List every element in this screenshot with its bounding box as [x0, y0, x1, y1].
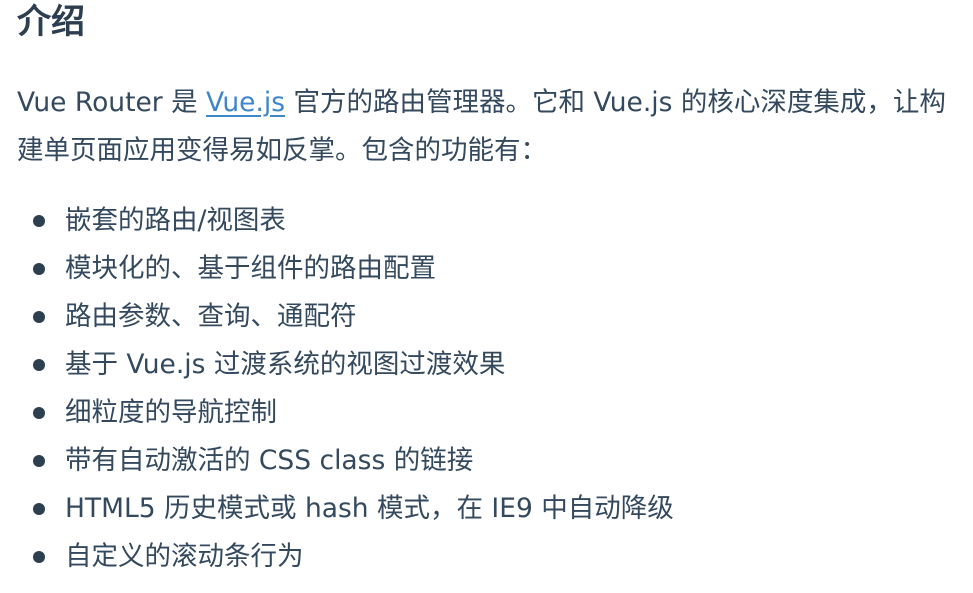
vuejs-link[interactable]: Vue.js	[206, 87, 285, 118]
feature-text: 路由参数、查询、通配符	[65, 301, 357, 332]
section-title: 介绍	[17, 2, 85, 42]
bullet-icon	[33, 215, 45, 227]
feature-text: 基于 Vue.js 过渡系统的视图过渡效果	[65, 349, 506, 380]
bullet-icon	[33, 263, 45, 275]
list-item: 嵌套的路由/视图表	[17, 197, 957, 245]
feature-text: 带有自动激活的 CSS class 的链接	[65, 445, 474, 476]
feature-text: HTML5 历史模式或 hash 模式，在 IE9 中自动降级	[65, 493, 674, 524]
feature-text: 自定义的滚动条行为	[65, 541, 304, 572]
feature-text: 嵌套的路由/视图表	[65, 205, 286, 236]
bullet-icon	[33, 407, 45, 419]
feature-list: 嵌套的路由/视图表 模块化的、基于组件的路由配置 路由参数、查询、通配符 基于 …	[17, 197, 957, 581]
intro-paragraph: Vue Router 是 Vue.js 官方的路由管理器。它和 Vue.js 的…	[17, 79, 957, 175]
intro-text-before: Vue Router 是	[17, 87, 207, 118]
bullet-icon	[33, 503, 45, 515]
bullet-icon	[33, 359, 45, 371]
list-item: 带有自动激活的 CSS class 的链接	[17, 437, 957, 485]
list-item: 基于 Vue.js 过渡系统的视图过渡效果	[17, 341, 957, 389]
feature-text: 模块化的、基于组件的路由配置	[65, 253, 436, 284]
feature-text: 细粒度的导航控制	[65, 397, 277, 428]
list-item: 路由参数、查询、通配符	[17, 293, 957, 341]
list-item: 自定义的滚动条行为	[17, 533, 957, 581]
bullet-icon	[33, 311, 45, 323]
list-item: 细粒度的导航控制	[17, 389, 957, 437]
bullet-icon	[33, 455, 45, 467]
bullet-icon	[33, 551, 45, 563]
doc-content: 介绍 Vue Router 是 Vue.js 官方的路由管理器。它和 Vue.j…	[17, 0, 957, 581]
list-item: 模块化的、基于组件的路由配置	[17, 245, 957, 293]
list-item: HTML5 历史模式或 hash 模式，在 IE9 中自动降级	[17, 485, 957, 533]
